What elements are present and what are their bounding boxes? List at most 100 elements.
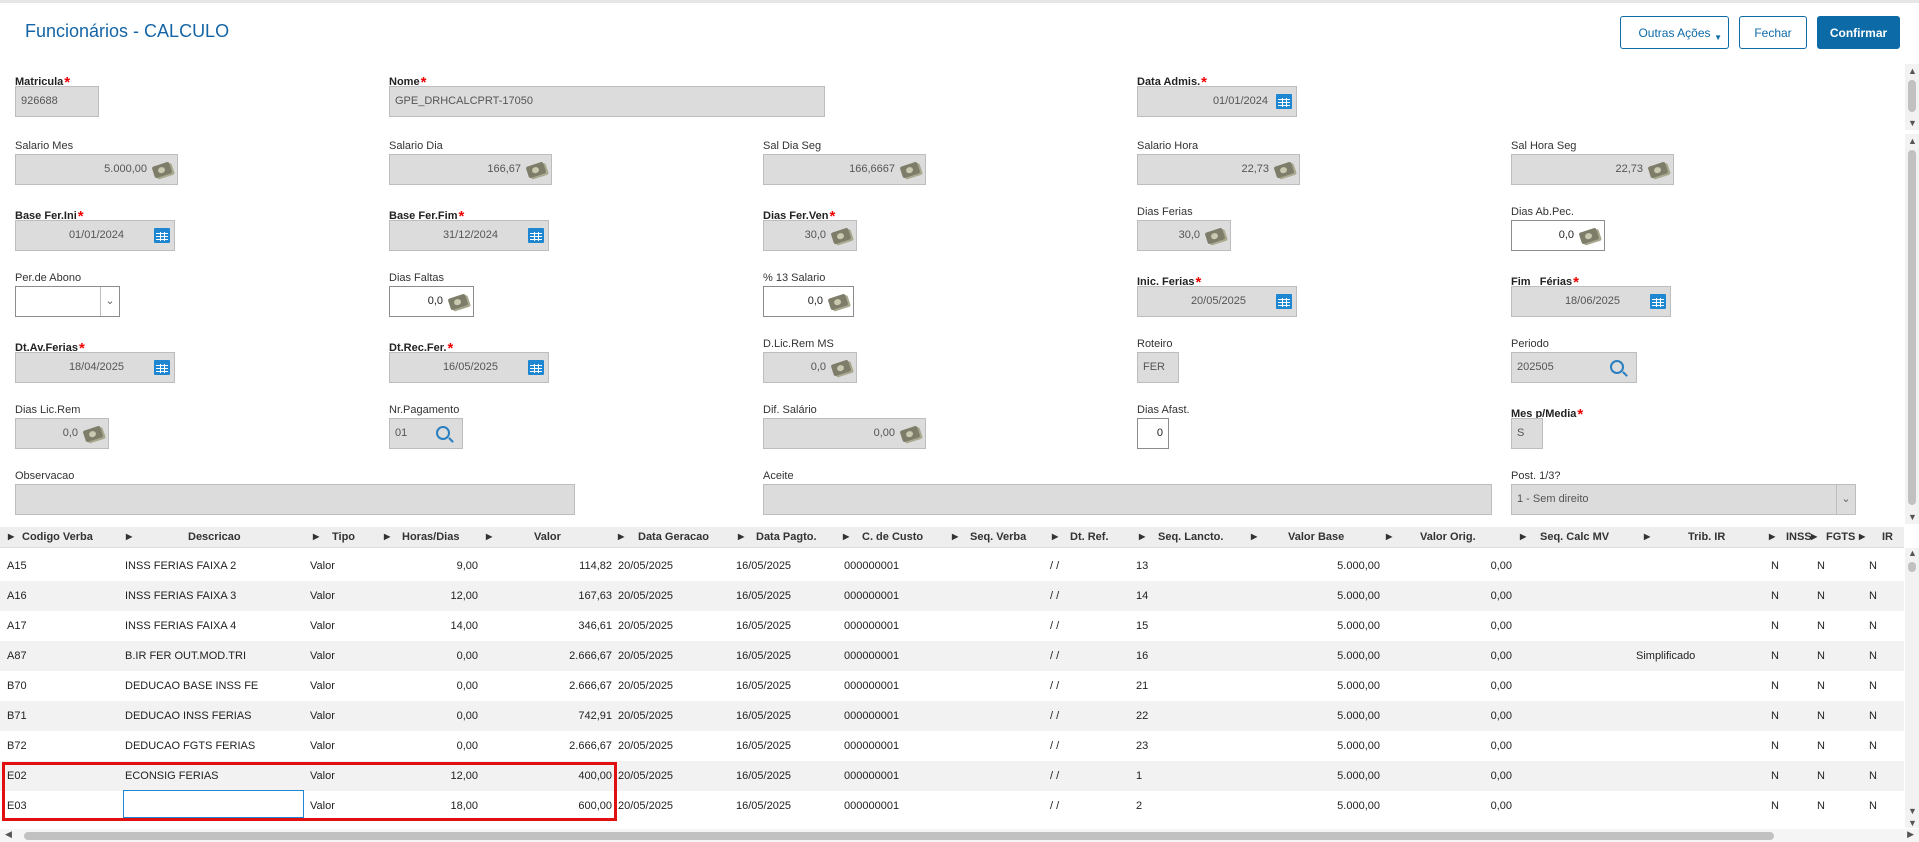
table-cell[interactable]: 346,61 [578,611,612,641]
col-header[interactable]: Valor Orig. [1420,527,1476,547]
col-expand-icon[interactable]: ▶ [843,527,849,547]
table-cell[interactable]: 742,91 [578,701,612,731]
table-cell[interactable]: Valor [310,641,335,671]
money-icon[interactable] [827,293,849,311]
table-cell[interactable]: N [1771,791,1779,821]
money-icon[interactable] [899,425,921,443]
table-cell[interactable]: N [1869,791,1877,821]
table-cell[interactable]: 14 [1136,581,1148,611]
dias-fer-ven-input[interactable]: 30,0 [763,220,857,251]
table-cell[interactable]: / / [1050,671,1059,701]
table-cell[interactable]: 5.000,00 [1337,551,1380,581]
nome-input[interactable]: GPE_DRHCALCPRT-17050 [389,86,825,117]
table-cell[interactable]: / / [1050,551,1059,581]
col-header[interactable]: Codigo Verba [22,527,93,547]
form-scrollbar-top[interactable]: ▲ ▼ [1905,64,1919,130]
salario-mes-input[interactable]: 5.000,00 [15,154,178,185]
table-row[interactable]: B71 DEDUCAO INSS FERIAS Valor 0,00 742,91 20/… [0,701,1904,731]
table-cell[interactable]: / / [1050,611,1059,641]
salario-dia-input[interactable]: 166,67 [389,154,552,185]
periodo-input[interactable]: 202505 [1511,352,1637,383]
table-cell[interactable]: N [1869,671,1877,701]
table-cell[interactable]: 000000001 [844,791,899,821]
money-icon[interactable] [1204,227,1226,245]
table-cell[interactable]: N [1869,701,1877,731]
money-icon[interactable] [899,161,921,179]
table-cell[interactable]: 16/05/2025 [736,761,791,791]
base-fer-fim-input[interactable]: 31/12/2024 [389,220,549,251]
col-header[interactable]: Data Pagto. [756,527,817,547]
table-cell[interactable]: 13 [1136,551,1148,581]
scroll-thumb[interactable] [1908,562,1916,572]
table-cell[interactable]: Valor [310,551,335,581]
col-expand-icon[interactable]: ▶ [126,527,132,547]
per-abono-select[interactable]: ⌄ [15,286,120,317]
table-cell[interactable]: 0,00 [457,671,478,701]
table-row[interactable]: A16 INSS FERIAS FAIXA 3 Valor 12,00 167,63 20… [0,581,1904,611]
table-cell[interactable]: 5.000,00 [1337,611,1380,641]
table-cell[interactable]: N [1771,761,1779,791]
chevron-down-icon[interactable]: ⌄ [100,287,119,316]
dias-ferias-input[interactable]: 30,0 [1137,220,1231,251]
table-cell[interactable]: INSS FERIAS FAIXA 3 [125,581,236,611]
table-cell[interactable]: 0,00 [1491,611,1512,641]
scroll-up-icon[interactable]: ▲ [1908,548,1917,558]
col-expand-icon[interactable]: ▶ [384,527,390,547]
table-cell[interactable]: 20/05/2025 [618,671,673,701]
inic-ferias-input[interactable]: 20/05/2025 [1137,286,1297,317]
table-cell[interactable]: 000000001 [844,701,899,731]
pct-13-salario-input[interactable]: 0,0 [763,286,854,317]
salario-hora-input[interactable]: 22,73 [1137,154,1300,185]
scroll-left-icon[interactable]: ◀ [5,829,12,840]
money-icon[interactable] [82,425,104,443]
table-cell[interactable]: 23 [1136,731,1148,761]
sal-hora-seg-input[interactable]: 22,73 [1511,154,1674,185]
table-cell[interactable]: 0,00 [1491,731,1512,761]
form-scrollbar[interactable]: ▲ ▼ [1905,134,1919,524]
money-icon[interactable] [830,227,852,245]
table-cell[interactable]: 0,00 [1491,641,1512,671]
table-cell[interactable]: 2.666,67 [569,671,612,701]
table-cell[interactable]: N [1817,731,1825,761]
table-cell[interactable]: 9,00 [457,551,478,581]
table-cell[interactable]: / / [1050,641,1059,671]
observacao-input[interactable] [15,484,575,515]
matricula-input[interactable]: 926688 [15,86,99,117]
table-cell[interactable]: 5.000,00 [1337,791,1380,821]
table-row[interactable]: A15 INSS FERIAS FAIXA 2 Valor 9,00 114,82 20/… [0,551,1904,581]
grid-scrollbar[interactable]: ▲ ▼ ▼ [1905,548,1919,828]
col-header[interactable]: Seq. Calc MV [1540,527,1609,547]
table-cell[interactable]: N [1817,671,1825,701]
table-cell[interactable]: / / [1050,701,1059,731]
table-cell[interactable]: A17 [7,611,27,641]
table-cell[interactable]: 20/05/2025 [618,731,673,761]
money-icon[interactable] [1578,227,1600,245]
col-expand-icon[interactable]: ▶ [738,527,744,547]
table-cell[interactable]: / / [1050,761,1059,791]
dias-faltas-input[interactable]: 0,0 [389,286,474,317]
scroll-down-icon[interactable]: ▼ [1908,512,1917,522]
table-cell[interactable]: 16/05/2025 [736,551,791,581]
dif-salario-input[interactable]: 0,00 [763,418,926,449]
table-cell[interactable]: Valor [310,581,335,611]
table-cell[interactable]: N [1869,551,1877,581]
col-header[interactable]: Dt. Ref. [1070,527,1109,547]
scroll-thumb[interactable] [1908,150,1916,505]
table-cell[interactable]: N [1817,581,1825,611]
table-cell[interactable]: 0,00 [457,641,478,671]
scroll-up-icon[interactable]: ▲ [1908,66,1917,76]
mes-p-media-input[interactable]: S [1511,418,1543,449]
search-icon[interactable] [436,426,450,440]
table-cell[interactable]: 16 [1136,641,1148,671]
col-expand-icon[interactable]: ▶ [486,527,492,547]
dias-ab-pec-input[interactable]: 0,0 [1511,220,1605,251]
table-cell[interactable]: 000000001 [844,731,899,761]
table-cell[interactable]: A87 [7,641,27,671]
table-cell[interactable]: / / [1050,791,1059,821]
money-icon[interactable] [1647,161,1669,179]
table-cell[interactable]: B70 [7,671,27,701]
table-cell[interactable]: Simplificado [1636,641,1695,671]
table-cell[interactable]: B.IR FER OUT.MOD.TRI [125,641,246,671]
table-cell[interactable]: N [1771,581,1779,611]
table-cell[interactable]: N [1869,641,1877,671]
